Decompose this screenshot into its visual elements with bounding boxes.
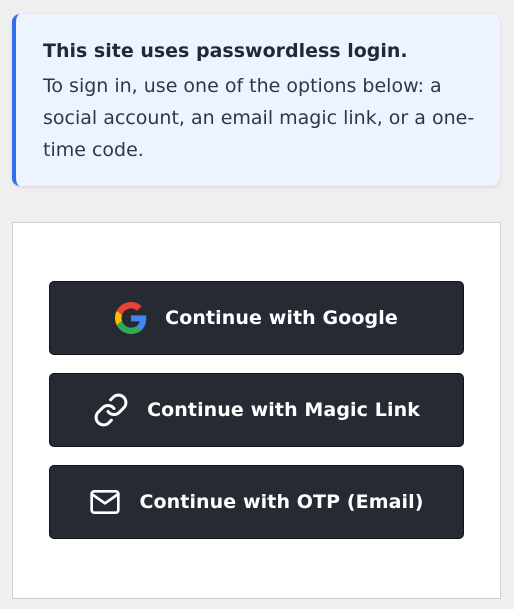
envelope-icon xyxy=(89,486,121,518)
link-icon xyxy=(93,392,129,428)
continue-with-magic-link-button[interactable]: Continue with Magic Link xyxy=(49,373,464,447)
notice-title: This site uses passwordless login. xyxy=(43,40,408,62)
login-options-card: Continue with Google Continue with Magic… xyxy=(12,222,501,599)
notice-body: To sign in, use one of the options below… xyxy=(43,75,475,161)
google-logo-icon xyxy=(115,302,147,334)
passwordless-notice: This site uses passwordless login. To si… xyxy=(12,14,500,186)
continue-with-otp-button[interactable]: Continue with OTP (Email) xyxy=(49,465,464,539)
magic-link-button-label: Continue with Magic Link xyxy=(147,399,420,421)
continue-with-google-button[interactable]: Continue with Google xyxy=(49,281,464,355)
google-button-label: Continue with Google xyxy=(165,307,398,329)
otp-button-label: Continue with OTP (Email) xyxy=(139,491,424,513)
